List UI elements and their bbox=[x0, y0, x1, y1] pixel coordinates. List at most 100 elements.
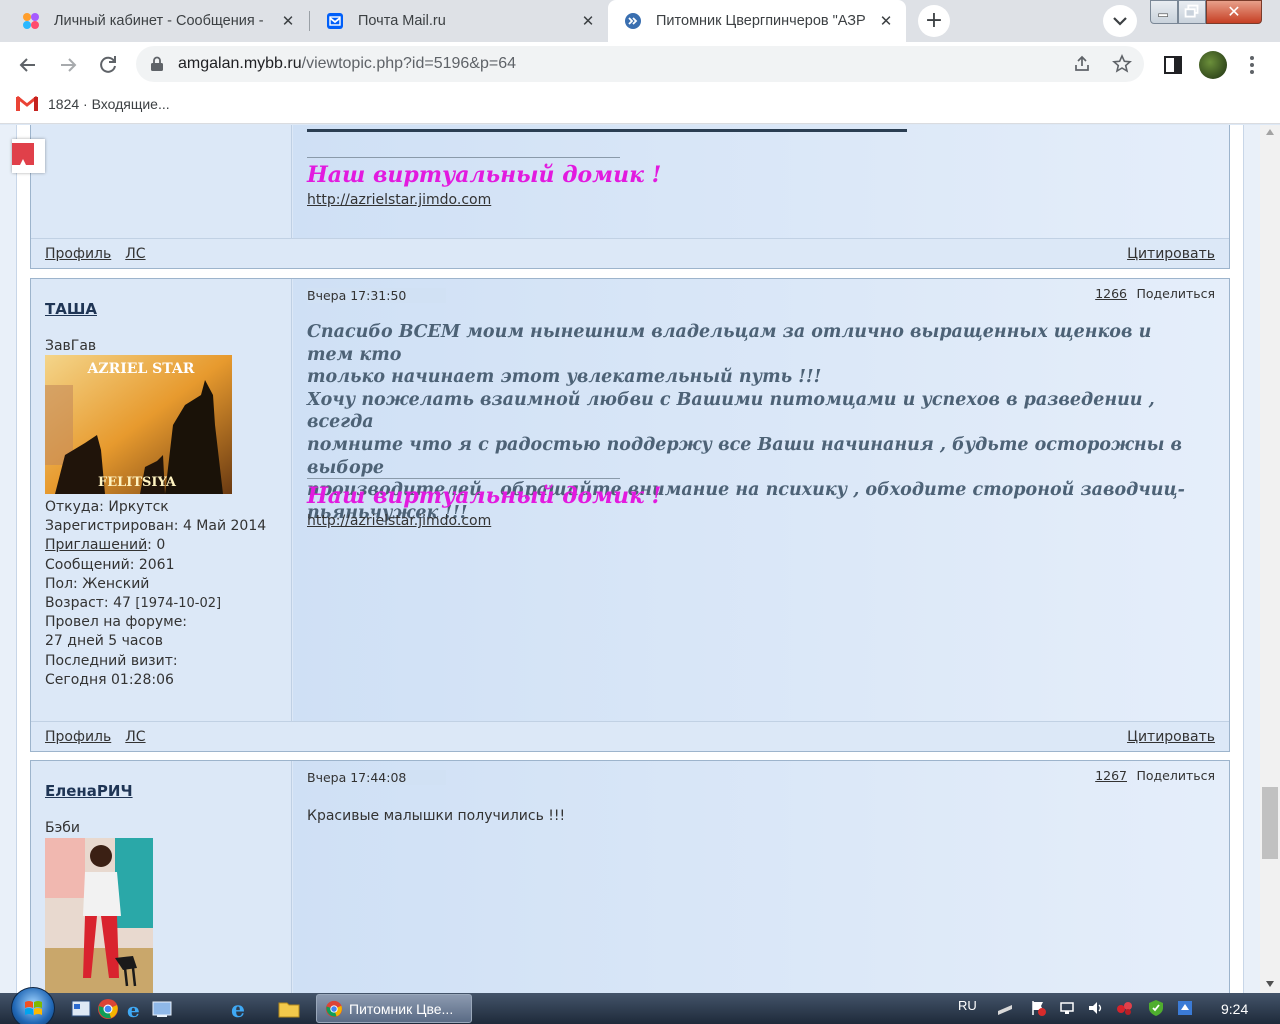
star-icon[interactable] bbox=[1112, 54, 1132, 74]
chevron-down-icon bbox=[1113, 17, 1127, 26]
post-footer: Профиль ЛС Цитировать bbox=[31, 238, 1229, 268]
profile-link[interactable]: Профиль bbox=[45, 246, 111, 262]
share-icon[interactable] bbox=[1072, 54, 1092, 74]
private-message-link[interactable]: ЛС bbox=[125, 729, 145, 745]
share-link[interactable]: Поделиться bbox=[1136, 768, 1215, 783]
reload-button[interactable] bbox=[94, 51, 122, 79]
signature-divider bbox=[307, 478, 620, 479]
post-footer: Профиль ЛС Цитировать bbox=[31, 721, 1229, 751]
post-body-line: Хочу пожелать взаимной любви с Вашими пи… bbox=[307, 389, 1155, 433]
folder-icon[interactable] bbox=[277, 997, 301, 1021]
quote-link[interactable]: Цитировать bbox=[1127, 729, 1215, 745]
author-post-count: Сообщений: 2061 bbox=[45, 556, 175, 573]
signature-link[interactable]: http://azrielstar.jimdo.com bbox=[307, 513, 491, 529]
tray-keyboard-icon[interactable] bbox=[996, 999, 1014, 1017]
post-author-name[interactable]: ЕленаРИЧ bbox=[45, 782, 133, 800]
scroll-down-arrow-icon[interactable] bbox=[1266, 981, 1274, 987]
svg-text:e: e bbox=[127, 998, 140, 1020]
profile-avatar[interactable] bbox=[1199, 51, 1227, 79]
arrow-right-icon bbox=[61, 58, 77, 72]
author-time-value: 27 дней 5 часов bbox=[45, 633, 163, 650]
bookmark-inbox[interactable]: 1824 · Входящие... bbox=[16, 96, 170, 112]
window-maximize-button[interactable] bbox=[1178, 0, 1206, 24]
internet-explorer-icon[interactable]: e bbox=[124, 998, 146, 1020]
page-bookmark-widget[interactable] bbox=[12, 139, 45, 173]
url-host: amgalan.mybb.ru bbox=[178, 55, 302, 72]
tab-personal-cabinet[interactable]: Личный кабинет - Сообщения - ✕ bbox=[0, 0, 308, 42]
forward-button[interactable] bbox=[54, 51, 82, 79]
side-panel-icon[interactable] bbox=[1163, 55, 1183, 75]
bookmark-label: 1824 · Входящие... bbox=[48, 96, 170, 112]
invites-count: : 0 bbox=[147, 537, 166, 554]
tab-kennel-forum[interactable]: Питомник Цвергпинчеров "АЗР ✕ bbox=[608, 0, 906, 42]
author-invites: Приглашений: 0 bbox=[45, 536, 266, 555]
author-info: Откуда: Иркутск Зарегистрирован: 4 Май 2… bbox=[45, 498, 266, 690]
action-center-flag-icon[interactable] bbox=[1029, 999, 1047, 1017]
post-body-line: только начинает этот увлекательный путь … bbox=[307, 367, 822, 388]
profile-link[interactable]: Профиль bbox=[45, 729, 111, 745]
quote-link[interactable]: Цитировать bbox=[1127, 246, 1215, 262]
url-text[interactable]: amgalan.mybb.ru/viewtopic.php?id=5196&p=… bbox=[178, 55, 516, 73]
show-desktop-icon[interactable] bbox=[151, 998, 173, 1020]
post-content-column: Вчера 17:44:08 1267 Поделиться Красивые … bbox=[293, 761, 1229, 993]
author-avatar bbox=[45, 838, 153, 993]
post-author-column: ТАША ЗавГав AZRIEL STAR FELITSIYA Откуда… bbox=[31, 279, 292, 723]
author-last-visit-value: Сегодня 01:28:06 bbox=[45, 671, 174, 688]
author-age-value: Возраст: 47 bbox=[45, 595, 131, 612]
share-link[interactable]: Поделиться bbox=[1136, 286, 1215, 301]
scroll-up-arrow-icon[interactable] bbox=[1266, 129, 1274, 135]
tray-update-icon[interactable] bbox=[1176, 999, 1194, 1017]
antivirus-icon[interactable] bbox=[1147, 999, 1165, 1017]
signature-divider bbox=[307, 157, 620, 158]
window-close-button[interactable]: ✕ bbox=[1206, 0, 1262, 24]
menu-dots-icon[interactable] bbox=[1242, 54, 1262, 76]
tab-title: Почта Mail.ru bbox=[358, 13, 446, 29]
tab-search-button[interactable] bbox=[1103, 5, 1137, 37]
volume-icon[interactable] bbox=[1087, 999, 1105, 1017]
post-author-name[interactable]: ТАША bbox=[45, 300, 97, 318]
back-button[interactable] bbox=[14, 51, 42, 79]
author-avatar: AZRIEL STAR FELITSIYA bbox=[45, 355, 232, 494]
signature-title: Наш виртуальный домик ! bbox=[307, 483, 662, 509]
scrollbar-thumb[interactable] bbox=[1262, 787, 1278, 859]
post-image-edge bbox=[307, 129, 907, 132]
post-content-column: Наш виртуальный домик ! http://azrielsta… bbox=[293, 125, 1229, 240]
author-location: Откуда: Иркутск bbox=[45, 499, 169, 515]
explorer-icon[interactable] bbox=[70, 998, 92, 1020]
mail-app-icon bbox=[23, 13, 39, 29]
window-minimize-button[interactable] bbox=[1150, 0, 1178, 24]
taskbar-chrome-window[interactable]: Питомник Цве... bbox=[316, 994, 472, 1023]
close-tab-icon[interactable]: ✕ bbox=[280, 12, 296, 30]
author-registered: Зарегистрирован: 4 Май 2014 bbox=[45, 518, 267, 535]
signature-link[interactable]: http://azrielstar.jimdo.com bbox=[307, 192, 491, 208]
network-icon[interactable] bbox=[1058, 999, 1076, 1017]
start-button[interactable] bbox=[11, 987, 55, 1024]
forum-post: ТАША ЗавГав AZRIEL STAR FELITSIYA Откуда… bbox=[30, 278, 1230, 752]
tab-mail-ru[interactable]: Почта Mail.ru ✕ bbox=[310, 0, 608, 42]
post-number-link[interactable]: 1266 bbox=[1095, 286, 1127, 301]
address-bar[interactable]: amgalan.mybb.ru/viewtopic.php?id=5196&p=… bbox=[136, 46, 1144, 82]
close-tab-icon[interactable]: ✕ bbox=[878, 12, 894, 30]
svg-text:e: e bbox=[231, 997, 245, 1021]
chrome-icon[interactable] bbox=[97, 998, 119, 1020]
language-indicator[interactable]: RU bbox=[958, 998, 977, 1013]
author-rank: Бэби bbox=[45, 820, 81, 836]
post-author-column: ЕленаРИЧ Бэби bbox=[31, 761, 292, 993]
internet-explorer-icon[interactable]: e bbox=[228, 997, 252, 1021]
post-author-column bbox=[31, 125, 292, 240]
post-body-line: Спасибо ВСЕМ моим нынешним владельцам за… bbox=[307, 322, 1152, 365]
post-footer-actions: Профиль ЛС bbox=[45, 246, 160, 262]
author-last-visit-label: Последний визит: bbox=[45, 652, 178, 669]
taskbar-window-title: Питомник Цве... bbox=[349, 1000, 454, 1017]
chrome-icon bbox=[325, 1000, 343, 1017]
restore-icon bbox=[1184, 4, 1199, 18]
new-tab-button[interactable]: + bbox=[918, 5, 950, 37]
page-scrollbar[interactable] bbox=[1260, 125, 1280, 993]
taskbar-clock[interactable]: 9:24 bbox=[1221, 1001, 1248, 1017]
close-tab-icon[interactable]: ✕ bbox=[580, 12, 596, 30]
post-number-link[interactable]: 1267 bbox=[1095, 768, 1127, 783]
private-message-link[interactable]: ЛС bbox=[125, 246, 145, 262]
invites-link[interactable]: Приглашений bbox=[45, 537, 147, 553]
tray-app-icon[interactable] bbox=[1116, 999, 1134, 1017]
minimize-icon bbox=[1158, 13, 1168, 17]
